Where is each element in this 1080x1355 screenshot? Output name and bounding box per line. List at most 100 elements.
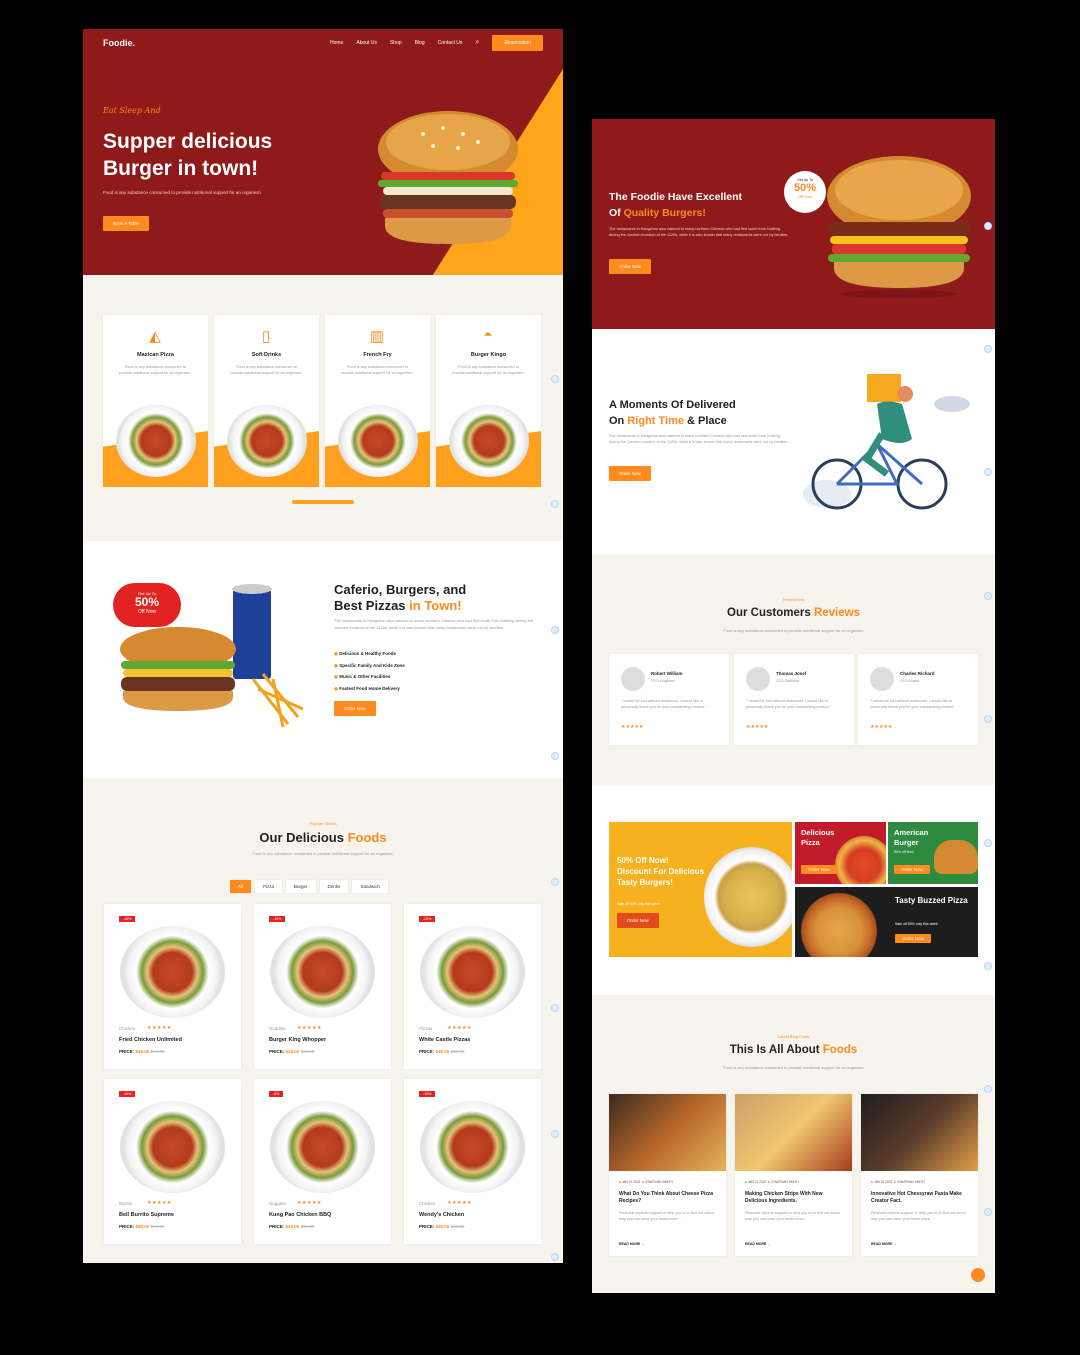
nav-home[interactable]: Home bbox=[330, 40, 343, 46]
buzzed-pizza-order-button[interactable]: Order Now bbox=[895, 934, 931, 943]
dish-price: PRICE: $29.00 $39.00 bbox=[269, 1224, 315, 1229]
side-marker-icon[interactable] bbox=[551, 1253, 559, 1261]
category-card-pizza[interactable]: ◭ Maxican Pizza Food is any substance co… bbox=[103, 315, 208, 487]
side-marker-icon[interactable] bbox=[984, 222, 992, 230]
banner-headline-2: Discount For Delicious bbox=[617, 867, 705, 876]
side-marker-icon[interactable] bbox=[984, 839, 992, 847]
category-dish-image bbox=[227, 405, 307, 477]
tab-drinks[interactable]: Drinks bbox=[319, 880, 349, 893]
blog-card[interactable]: ■ JAN 01 2022 ■ JONATHAN SMITH What Do Y… bbox=[609, 1094, 726, 1256]
review-text: "I would be lost without restaurant. I w… bbox=[746, 699, 832, 709]
dish-image bbox=[420, 926, 525, 1018]
blog-card[interactable]: ■ JAN 01 2022 ■ JONATHAN SMITH Making Ch… bbox=[735, 1094, 852, 1256]
blog-meta: ■ JAN 01 2022 ■ JONATHAN SMITH bbox=[745, 1180, 799, 1184]
side-marker-icon[interactable] bbox=[984, 345, 992, 353]
side-marker-icon[interactable] bbox=[984, 1085, 992, 1093]
buzzed-pizza-banner[interactable]: Tasty Buzzed Pizza Sale off 50% only thi… bbox=[795, 887, 978, 957]
tab-all[interactable]: All bbox=[230, 880, 252, 893]
dish-name[interactable]: Fried Chicken Unlimited bbox=[119, 1037, 182, 1043]
dishes-eyebrow: Popular Dishes bbox=[309, 821, 337, 826]
top-nav: Foodie. Home About Us Shop Blog Contact … bbox=[83, 29, 563, 57]
category-card-burger[interactable]: ◓ Burger Kingo Food is any substance con… bbox=[436, 315, 541, 487]
promo-title-line1: The Foodie Have Excellent bbox=[609, 191, 743, 203]
category-card-drinks[interactable]: ▯ Soft Drinks Food is any substance cons… bbox=[214, 315, 319, 487]
pizza-banner-title: Delicious Pizza bbox=[801, 828, 835, 847]
reviewer-role: CEO Angela bbox=[900, 679, 920, 683]
tab-sandwich[interactable]: Sandwich bbox=[352, 880, 388, 893]
dish-card[interactable]: -15% Chicken ★★★★★ Wendy's Chicken PRICE:… bbox=[404, 1079, 541, 1244]
review-text: "I would be lost without restaurant. I w… bbox=[870, 699, 956, 709]
side-marker-icon[interactable] bbox=[551, 1130, 559, 1138]
delivery-title-line1: A Moments Of Delivered bbox=[609, 399, 736, 411]
dish-name[interactable]: Bell Burrito Supreme bbox=[119, 1212, 174, 1218]
category-dish-image bbox=[116, 405, 196, 477]
logo[interactable]: Foodie. bbox=[103, 38, 135, 48]
about-order-button[interactable]: Order Now bbox=[334, 701, 376, 716]
banner-order-button[interactable]: Order Now bbox=[617, 913, 659, 928]
tab-pizza[interactable]: Pizza bbox=[255, 880, 283, 893]
search-icon[interactable]: ⌕ bbox=[475, 39, 479, 47]
side-marker-icon[interactable] bbox=[984, 592, 992, 600]
tab-burger[interactable]: Burger bbox=[286, 880, 316, 893]
side-marker-icon[interactable] bbox=[551, 752, 559, 760]
nav-about[interactable]: About Us bbox=[356, 40, 377, 46]
buzzed-pizza-title: Tasty Buzzed Pizza bbox=[895, 896, 968, 905]
feature-list: ◉ Delicious & Healthy Foods ◉ Specific F… bbox=[334, 651, 405, 691]
side-marker-icon[interactable] bbox=[551, 500, 559, 508]
burger-order-button[interactable]: Order Now bbox=[894, 865, 930, 874]
reservation-button[interactable]: Reservation bbox=[492, 35, 543, 51]
blog-title-link[interactable]: Making Chicken Strips With New Delicious… bbox=[745, 1191, 843, 1205]
hero-script: Eat Sleep And bbox=[103, 106, 161, 115]
nav-shop[interactable]: Shop bbox=[390, 40, 402, 46]
promo-desc: The restaurants in Hangzhou also catered… bbox=[609, 227, 789, 237]
rating-stars: ★★★★★ bbox=[147, 1200, 172, 1206]
dish-name[interactable]: Burger King Whopper bbox=[269, 1037, 326, 1043]
pizza-banner[interactable]: Delicious Pizza Order Now bbox=[795, 822, 886, 884]
dish-name[interactable]: Wendy's Chicken bbox=[419, 1212, 464, 1218]
side-marker-icon[interactable] bbox=[551, 878, 559, 886]
avatar bbox=[621, 667, 645, 691]
blog-title-link[interactable]: What Do You Think About Cheese Pizza Rec… bbox=[619, 1191, 717, 1205]
delivery-order-button[interactable]: Order Now bbox=[609, 466, 651, 481]
scroll-to-top-button[interactable] bbox=[971, 1268, 985, 1282]
dish-price: PRICE: $49.00 $69.00 bbox=[419, 1049, 465, 1054]
read-more-link[interactable]: READ MORE → bbox=[745, 1242, 771, 1246]
side-marker-icon[interactable] bbox=[984, 962, 992, 970]
burger-banner-subtitle: 50% off Now bbox=[894, 850, 914, 854]
dish-category: Pizzas bbox=[419, 1026, 433, 1031]
banner-subtitle: Sale off 50% only this week bbox=[617, 902, 660, 906]
dish-card[interactable]: -25% Pizzas ★★★★★ White Castle Pizzas PRI… bbox=[404, 904, 541, 1069]
dish-card[interactable]: -10% Burrito ★★★★★ Bell Burrito Supreme P… bbox=[104, 1079, 241, 1244]
side-marker-icon[interactable] bbox=[984, 1208, 992, 1216]
category-cards: ◭ Maxican Pizza Food is any substance co… bbox=[103, 315, 541, 487]
category-card-fries[interactable]: ▥ French Fry Food is any substance consu… bbox=[325, 315, 430, 487]
dish-name[interactable]: Kung Pao Chicken BBQ bbox=[269, 1212, 331, 1218]
read-more-link[interactable]: READ MORE → bbox=[619, 1242, 645, 1246]
side-marker-icon[interactable] bbox=[551, 375, 559, 383]
side-marker-icon[interactable] bbox=[984, 468, 992, 476]
carousel-scrollbar[interactable] bbox=[292, 500, 354, 504]
rating-stars: ★★★★★ bbox=[147, 1025, 172, 1031]
discount-badge: -10% bbox=[119, 1091, 136, 1097]
promo-order-button[interactable]: Order Now bbox=[609, 259, 651, 274]
dish-card[interactable]: -15% Chicken ★★★★★ Fried Chicken Unlimite… bbox=[104, 904, 241, 1069]
book-table-button[interactable]: Book A Table bbox=[103, 216, 149, 231]
nav-contact[interactable]: Contact Us bbox=[438, 40, 463, 46]
dish-name[interactable]: White Castle Pizzas bbox=[419, 1037, 470, 1043]
review-card: Charles Richard CEO Angela "I would be l… bbox=[858, 654, 978, 745]
about-title-line1: Caferio, Burgers, and bbox=[334, 582, 467, 597]
pizza-order-button[interactable]: Order Now bbox=[801, 865, 837, 874]
blog-excerpt: Financial experts support or help you to… bbox=[745, 1211, 840, 1221]
blog-title-link[interactable]: Innovative Hot Chessyraw Pasta Make Crea… bbox=[871, 1191, 969, 1205]
dish-card[interactable]: -5% Nuggets ★★★★★ Kung Pao Chicken BBQ PR… bbox=[254, 1079, 391, 1244]
rating-stars: ★★★★★ bbox=[870, 724, 893, 730]
dish-card[interactable]: -10% Noddles ★★★★★ Burger King Whopper PR… bbox=[254, 904, 391, 1069]
read-more-link[interactable]: READ MORE → bbox=[871, 1242, 897, 1246]
blog-card[interactable]: ■ JAN 01 2022 ■ JONATHAN SMITH Innovativ… bbox=[861, 1094, 978, 1256]
nav-blog[interactable]: Blog bbox=[415, 40, 425, 46]
side-marker-icon[interactable] bbox=[551, 1004, 559, 1012]
burger-banner[interactable]: American Burger 50% off Now Order Now bbox=[888, 822, 978, 884]
side-marker-icon[interactable] bbox=[551, 626, 559, 634]
side-marker-icon[interactable] bbox=[984, 715, 992, 723]
discount-banner[interactable]: 50% Off Now! Discount For Delicious Tast… bbox=[609, 822, 792, 957]
